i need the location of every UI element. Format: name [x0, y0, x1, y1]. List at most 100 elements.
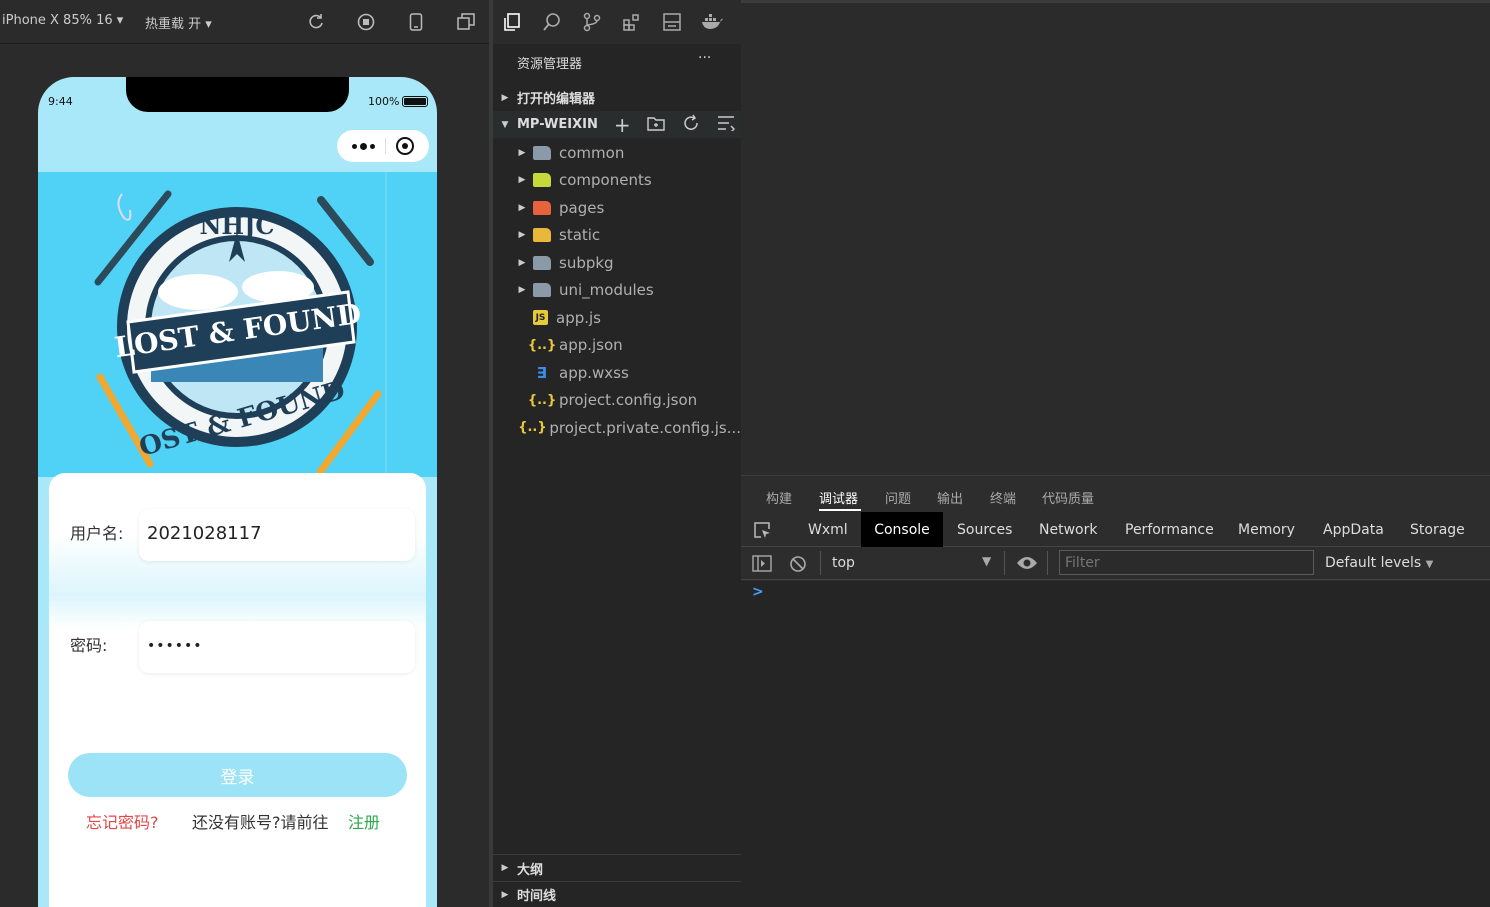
toolbar-divider	[820, 551, 821, 575]
folder-icon	[533, 228, 551, 242]
password-input[interactable]: ••••••	[139, 621, 415, 673]
login-button[interactable]: 登录	[68, 753, 407, 797]
json-file-icon: {..}	[518, 420, 547, 435]
folder-icon	[533, 173, 551, 187]
devtab-wxml[interactable]: Wxml	[794, 512, 862, 547]
tree-item-label: components	[559, 171, 652, 189]
caret-down-icon: ▼	[501, 119, 509, 130]
extensions-icon[interactable]	[620, 10, 644, 34]
devtab-console[interactable]: Console	[861, 512, 943, 547]
tab-terminal[interactable]: 终端	[990, 488, 1016, 507]
console-filter-input[interactable]	[1059, 550, 1314, 575]
tree-item[interactable]: ∃ app.wxss	[493, 359, 741, 386]
devtools-tabs: Wxml Console Sources Network Performance…	[741, 512, 1490, 547]
miniprogram-capsule	[337, 130, 429, 162]
collapse-all-icon[interactable]	[717, 115, 735, 135]
log-levels-select[interactable]: Default levels ▼	[1325, 555, 1433, 571]
username-input[interactable]: 2021028117	[139, 509, 415, 561]
stop-icon[interactable]	[355, 11, 377, 33]
device-label: iPhone X 85% 16	[2, 13, 113, 28]
explorer-more-button[interactable]: ···	[698, 50, 711, 66]
phone-preview-icon[interactable]	[405, 11, 427, 33]
tab-problems[interactable]: 问题	[885, 488, 911, 507]
caret-right-icon: ▶	[518, 147, 526, 158]
simulator-toolbar: iPhone X 85% 16 ▾ 热重载 开 ▾	[0, 0, 490, 44]
new-file-icon[interactable]: +	[614, 115, 631, 135]
tree-item[interactable]: {..} app.json	[493, 332, 741, 359]
console-prompt: >	[752, 584, 764, 600]
panel-tabs: 构建 调试器 问题 输出 终端 代码质量	[741, 475, 1490, 512]
detach-window-icon[interactable]	[455, 11, 477, 33]
tree-item[interactable]: {..} project.config.json	[493, 387, 741, 414]
devtab-memory[interactable]: Memory	[1224, 512, 1309, 547]
devtab-sources[interactable]: Sources	[943, 512, 1026, 547]
search-icon[interactable]	[540, 10, 564, 34]
phone-frame: 9:44 100% LOST & FOUND NHJC OST & FOUND …	[38, 77, 437, 907]
editor-top-border	[741, 0, 1490, 3]
devtab-network[interactable]: Network	[1025, 512, 1111, 547]
css-file-icon: ∃	[536, 363, 548, 382]
tree-item[interactable]: ▶ subpkg	[493, 249, 741, 276]
open-editors-label: 打开的编辑器	[517, 92, 596, 107]
hot-reload-toggle[interactable]: 热重载 开 ▾	[145, 13, 212, 32]
devtab-appdata[interactable]: AppData	[1309, 512, 1398, 547]
active-tab-indicator	[819, 509, 861, 511]
context-dropdown-icon[interactable]: ▼	[982, 554, 991, 568]
login-card: 用户名: 2021028117 密码: ••••••	[49, 473, 426, 907]
tree-item[interactable]: JS app.js	[493, 304, 741, 331]
folder-icon	[533, 255, 551, 270]
layout-icon[interactable]	[660, 10, 684, 34]
register-link[interactable]: 注册	[348, 809, 380, 833]
project-label: MP-WEIXIN	[517, 117, 598, 132]
tab-output[interactable]: 输出	[937, 488, 963, 507]
device-select[interactable]: iPhone X 85% 16 ▾	[2, 13, 123, 28]
tree-item[interactable]: ▶ components	[493, 167, 741, 194]
tree-item-label: app.json	[559, 336, 623, 354]
toolbar-divider	[1004, 551, 1005, 575]
devtab-performance[interactable]: Performance	[1111, 512, 1228, 547]
devtab-storage[interactable]: Storage	[1396, 512, 1479, 547]
tree-item[interactable]: ▶ pages	[493, 194, 741, 221]
docker-icon[interactable]	[700, 10, 724, 34]
tree-item[interactable]: ▶ static	[493, 222, 741, 249]
folder-icon	[533, 283, 551, 297]
timeline-section[interactable]: ▶ 时间线	[493, 881, 741, 907]
context-select[interactable]: top	[832, 555, 855, 571]
inspect-element-icon[interactable]	[753, 521, 771, 543]
username-label: 用户名:	[70, 524, 124, 543]
new-folder-icon[interactable]	[646, 115, 665, 135]
source-control-icon[interactable]	[580, 10, 604, 34]
activity-bar	[493, 0, 741, 44]
toolbar-divider	[1047, 551, 1048, 575]
console-toolbar: top ▼ Default levels ▼	[741, 547, 1490, 580]
caret-right-icon: ▶	[518, 257, 526, 268]
refresh-icon[interactable]	[305, 11, 327, 33]
outline-section[interactable]: ▶ 大纲	[493, 854, 741, 881]
caret-right-icon: ▶	[518, 230, 526, 240]
caret-right-icon: ▶	[501, 889, 509, 900]
forgot-password-link[interactable]: 忘记密码?	[86, 809, 159, 833]
tree-item[interactable]: {..} project.private.config.js...	[493, 414, 741, 441]
more-dots-icon[interactable]	[352, 142, 375, 150]
console-output[interactable]: >	[741, 581, 1490, 907]
tab-debugger[interactable]: 调试器	[819, 488, 858, 507]
caret-right-icon: ▶	[501, 92, 509, 103]
phone-notch	[126, 77, 349, 112]
close-miniprogram-icon[interactable]	[396, 137, 414, 155]
folder-icon	[533, 200, 551, 215]
hot-reload-label: 热重载 开	[145, 17, 202, 32]
refresh-explorer-icon[interactable]	[682, 114, 700, 136]
project-section[interactable]: ▼ MP-WEIXIN +	[493, 111, 741, 138]
tab-build[interactable]: 构建	[766, 488, 792, 507]
open-editors-section[interactable]: ▶ 打开的编辑器	[493, 84, 741, 111]
live-expression-eye-icon[interactable]	[1016, 555, 1038, 575]
tree-item[interactable]: ▶ common	[493, 139, 741, 166]
tab-code-quality[interactable]: 代码质量	[1042, 488, 1094, 507]
explorer-files-icon[interactable]	[500, 10, 524, 34]
clear-console-icon[interactable]	[789, 555, 807, 577]
log-levels-label: Default levels	[1325, 555, 1422, 571]
tree-item-label: app.js	[556, 308, 601, 327]
outline-label: 大纲	[517, 862, 544, 878]
tree-item[interactable]: ▶ uni_modules	[493, 277, 741, 304]
sidebar-toggle-icon[interactable]	[752, 555, 772, 576]
